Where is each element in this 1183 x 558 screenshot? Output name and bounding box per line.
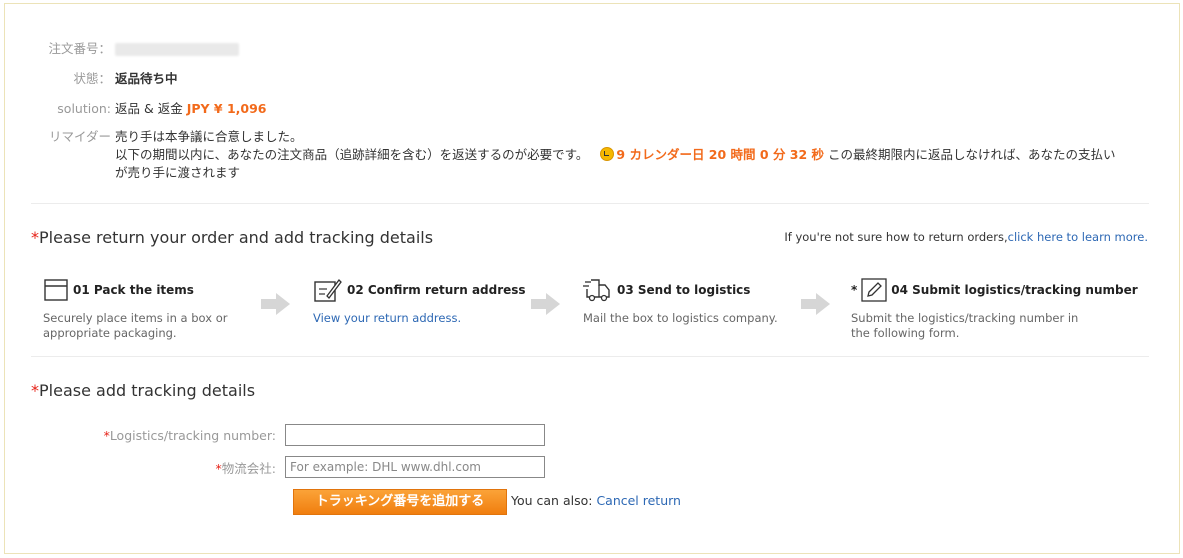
arrow-right-icon: [531, 293, 561, 315]
divider: [31, 203, 1149, 204]
add-tracking-button[interactable]: トラッキング番号を追加する: [293, 489, 507, 515]
reminder-line-2: 以下の期間以内に、あなたの注文商品（追跡詳細を含む）を返送するのが必要です。 9 …: [115, 147, 1116, 162]
tracking-number-label: *Logistics/tracking number:: [103, 427, 276, 443]
status-row: 状態： 返品待ち中: [5, 68, 178, 87]
order-number-value: [115, 41, 239, 56]
truck-icon: [583, 279, 610, 302]
step-title: 01 Pack the items: [73, 283, 194, 297]
tracking-number-input[interactable]: [285, 424, 545, 446]
learn-more-link[interactable]: click here to learn more.: [1008, 230, 1148, 244]
arrow-right-icon: [261, 293, 291, 315]
return-help: If you're not sure how to return orders,…: [784, 230, 1148, 244]
step-pack-items: 01 Pack the items Securely place items i…: [43, 277, 273, 341]
step-description: Securely place items in a box or appropr…: [43, 311, 228, 340]
order-number-label: 注文番号：: [48, 41, 111, 56]
view-return-address-link[interactable]: View your return address.: [313, 311, 461, 325]
step-submit-tracking: * 04 Submit logistics/tracking number Su…: [851, 277, 1138, 341]
reminder-tail: この最終期限内に返品しなければ、あなたの支払い: [828, 147, 1116, 162]
cancel-return-area: You can also: Cancel return: [511, 493, 681, 508]
step-description: Submit the logistics/tracking number in …: [851, 311, 1079, 340]
step-title: 04 Submit logistics/tracking number: [891, 283, 1138, 297]
arrow-right-icon: [801, 293, 831, 315]
step-title: 03 Send to logistics: [617, 283, 751, 297]
dispute-panel: 注文番号： 状態： 返品待ち中 solution: 返品 & 返金 JPY ¥ …: [4, 3, 1180, 554]
required-mark: *: [31, 381, 39, 400]
logistics-company-input[interactable]: [285, 456, 545, 478]
step-title: 02 Confirm return address: [347, 283, 526, 297]
divider: [31, 356, 1149, 357]
required-mark: *: [31, 228, 39, 247]
box-icon: [44, 279, 68, 301]
edit-form-icon: [314, 279, 342, 302]
status-value: 返品待ち中: [115, 71, 178, 86]
logistics-company-row: *物流会社:: [5, 456, 545, 478]
step-send-logistics: 03 Send to logistics Mail the box to log…: [583, 277, 813, 326]
order-number-row: 注文番号：: [5, 38, 239, 57]
clock-icon: [600, 147, 615, 161]
tracking-section-title: *Please add tracking details: [31, 381, 256, 400]
reminder-line-1: 売り手は本争議に合意しました。: [115, 129, 303, 144]
reminder-line-3: が売り手に渡されます: [115, 165, 241, 180]
status-label: 状態：: [73, 71, 111, 86]
step-confirm-address: 02 Confirm return address View your retu…: [313, 277, 543, 326]
refund-amount: JPY ¥ 1,096: [186, 101, 267, 116]
solution-row: solution: 返品 & 返金 JPY ¥ 1,096: [5, 98, 267, 117]
pencil-icon: [861, 278, 887, 302]
reminder-row: リマイダー 売り手は本争議に合意しました。 以下の期間以内に、あなたの注文商品（…: [5, 128, 1145, 182]
solution-text: 返品 & 返金 JPY ¥ 1,096: [115, 98, 267, 117]
solution-type: 返品 & 返金: [115, 101, 183, 116]
return-section-title: *Please return your order and add tracki…: [31, 228, 434, 247]
reminder-text: 売り手は本争議に合意しました。 以下の期間以内に、あなたの注文商品（追跡詳細を含…: [115, 128, 1145, 182]
tracking-number-row: *Logistics/tracking number:: [5, 424, 545, 446]
step-description: Mail the box to logistics company.: [583, 311, 778, 325]
reminder-label: リマイダー: [48, 129, 111, 144]
masked-order-number: [115, 43, 239, 56]
step-marker: *: [851, 283, 858, 297]
solution-label: solution:: [57, 101, 111, 116]
logistics-company-label: *物流会社:: [215, 460, 276, 476]
countdown-timer: 9 カレンダー日 20 時間 0 分 32 秒: [616, 147, 825, 162]
cancel-return-link[interactable]: Cancel return: [596, 493, 681, 508]
